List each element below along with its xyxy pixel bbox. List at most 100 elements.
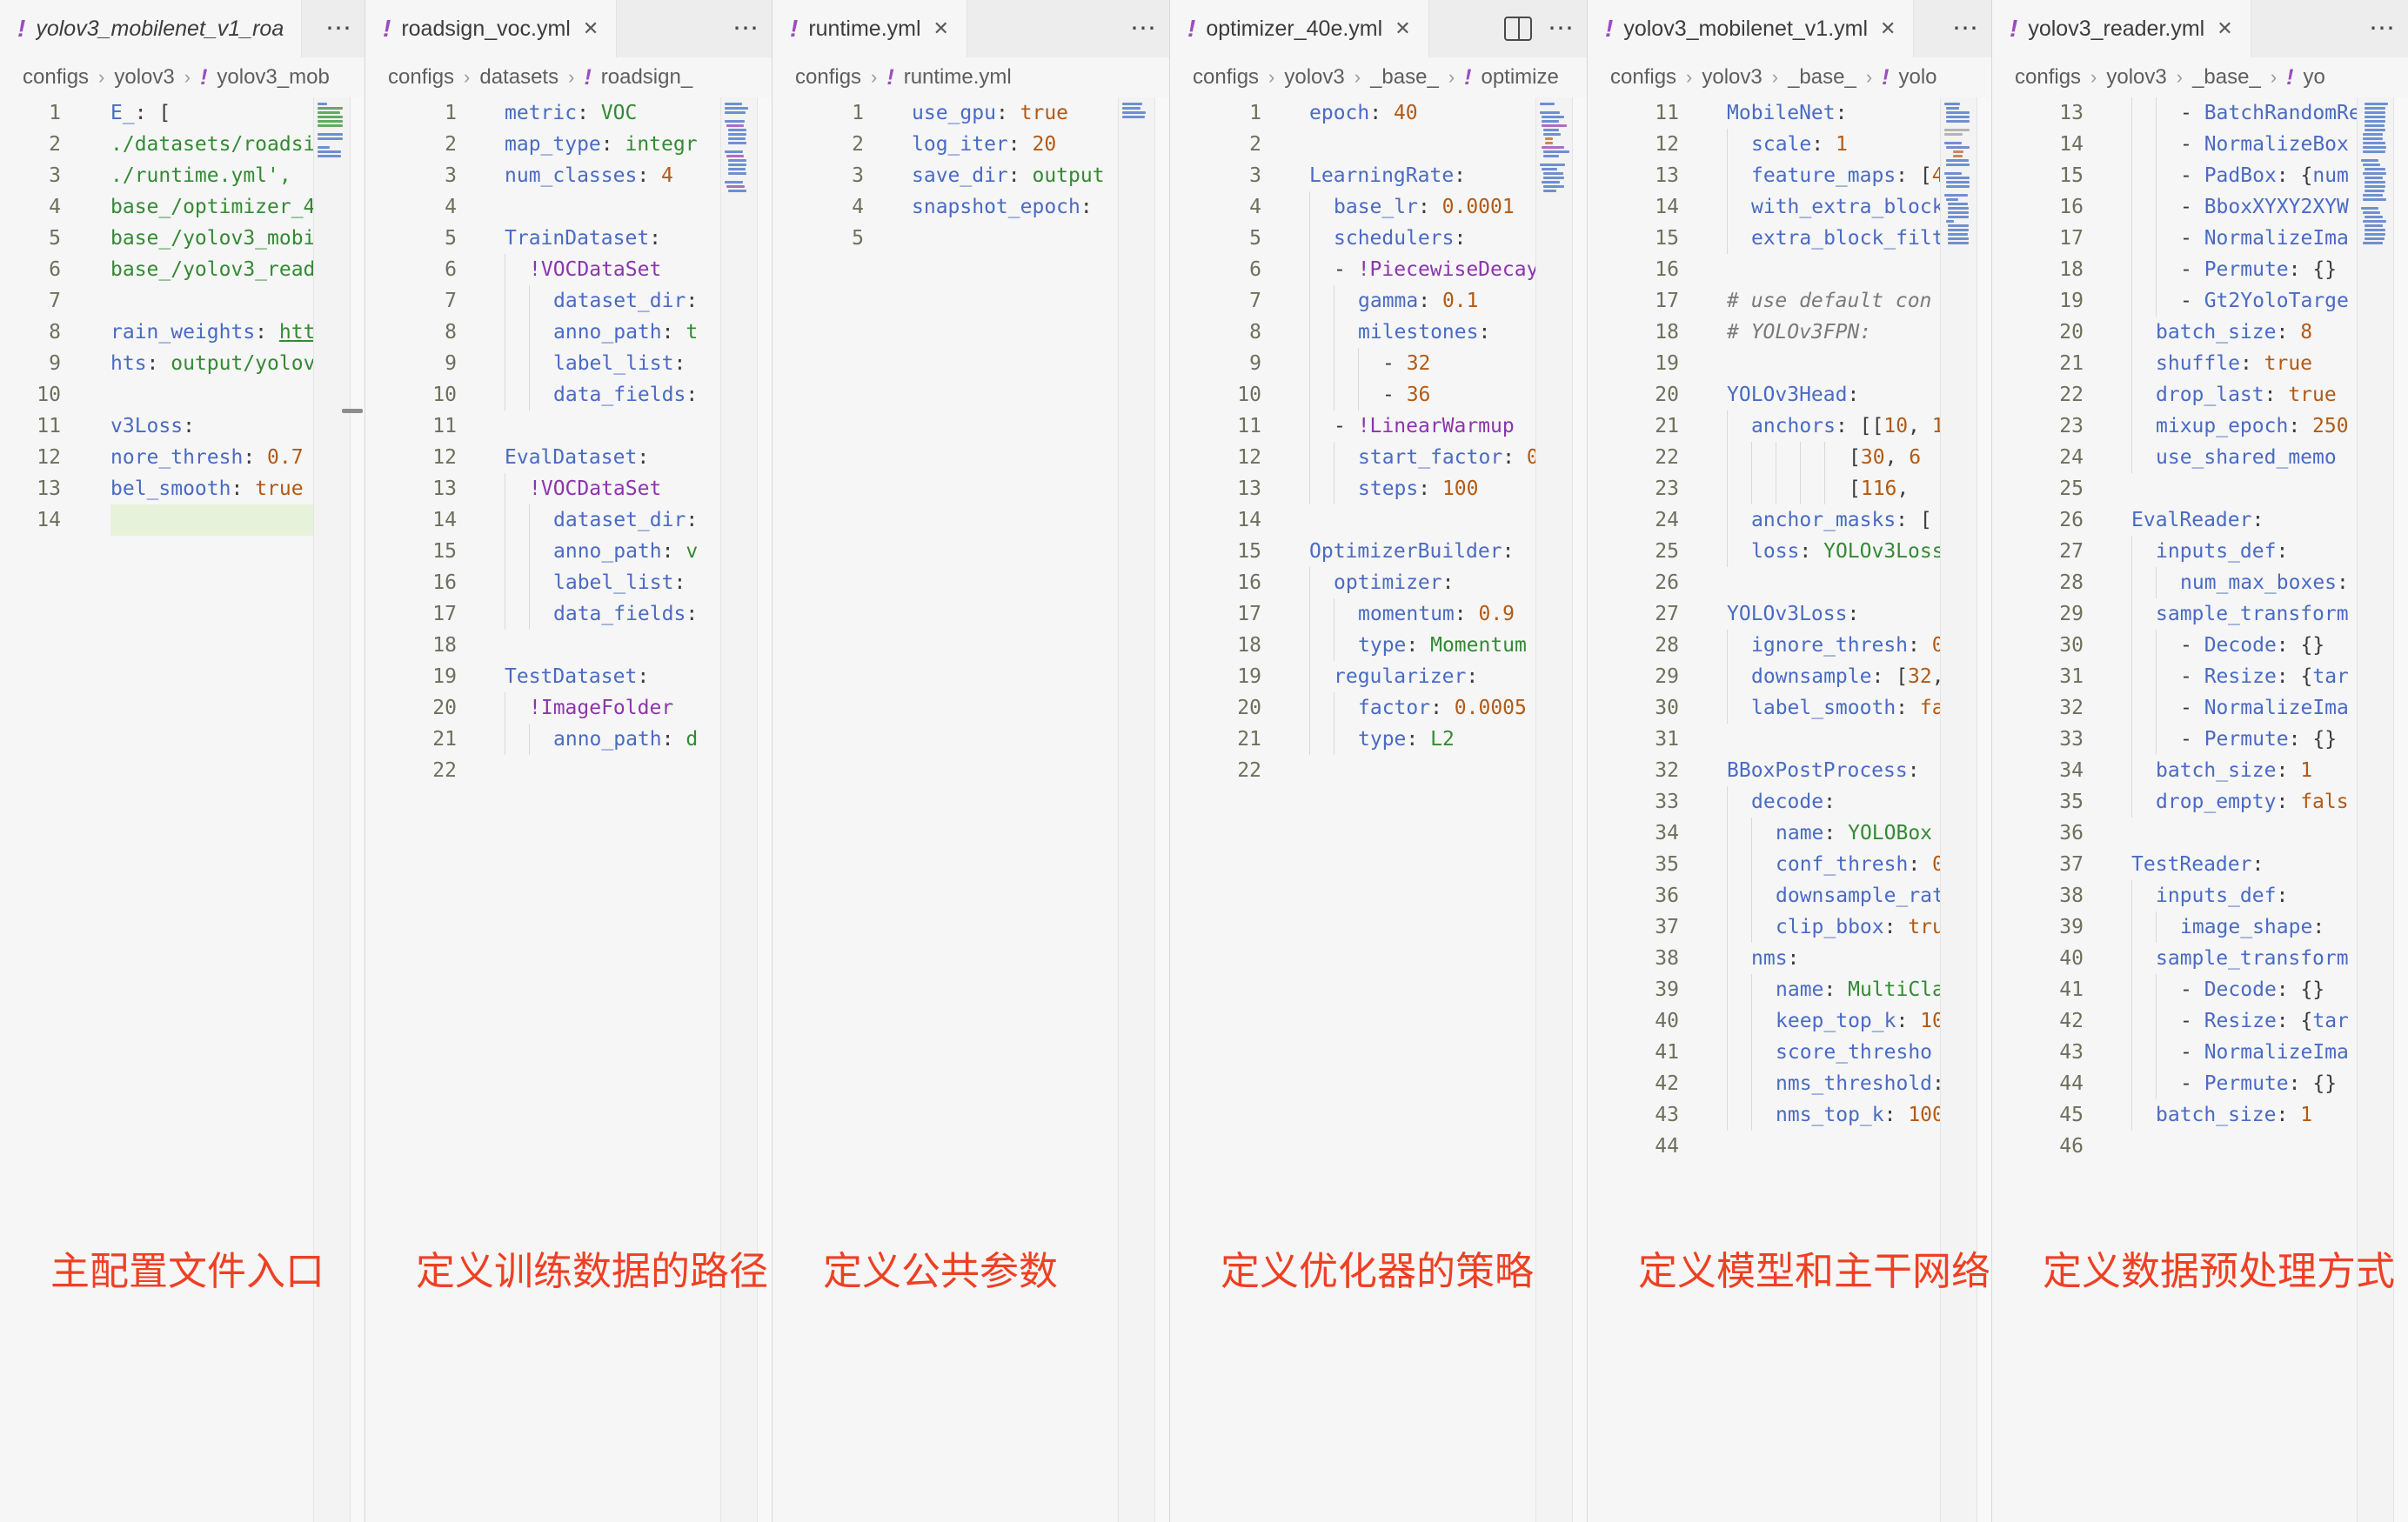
code-line[interactable]: 14- NormalizeBox [1992,129,2408,160]
code-line[interactable]: 29sample_transform [1992,598,2408,630]
code-line[interactable]: 1E_: [ [0,97,365,129]
code-line[interactable]: 5TrainDataset: [365,223,772,254]
editor[interactable]: 1E_: [2./datasets/roadsi3./runtime.yml',… [0,97,365,1522]
code-line[interactable]: 15extra_block_filt [1588,223,1991,254]
code-line[interactable]: 12start_factor: 0.33 [1170,442,1587,473]
tab[interactable]: !roadsign_voc.yml✕ [365,0,617,57]
breadcrumb-item[interactable]: _base_ [1788,65,1856,90]
code-line[interactable]: 19regularizer: [1170,661,1587,692]
code-line[interactable]: 9label_list: [365,348,772,379]
code-line[interactable]: 20batch_size: 8 [1992,317,2408,348]
code-line[interactable]: 5base_/yolov3_mobi [0,223,365,254]
code-line[interactable]: 44- Permute: {} [1992,1068,2408,1099]
code-line[interactable]: 37TestReader: [1992,849,2408,880]
code-line[interactable]: 2 [1170,129,1587,160]
code-line[interactable]: 10- 36 [1170,379,1587,411]
code-line[interactable]: 41score_thresho [1588,1037,1991,1068]
breadcrumb-item[interactable]: configs [23,65,89,90]
code-line[interactable]: 17data_fields: [365,598,772,630]
code-line[interactable]: 7gamma: 0.1 [1170,285,1587,317]
code-line[interactable]: 42- Resize: {tar [1992,1005,2408,1037]
tab[interactable]: !yolov3_mobilenet_v1.yml✕ [1588,0,1914,57]
code-line[interactable]: 14 [0,504,365,536]
code-line[interactable]: 2log_iter: 20 [773,129,1169,160]
code-line[interactable]: 30- Decode: {} [1992,630,2408,661]
split-editor-icon[interactable] [1504,17,1532,41]
code-line[interactable]: 3save_dir: output [773,160,1169,191]
editor[interactable]: 1epoch: 4023LearningRate:4base_lr: 0.000… [1170,97,1587,1522]
code-line[interactable]: 11- !LinearWarmup [1170,411,1587,442]
code-line[interactable]: 38nms: [1588,943,1991,974]
code-line[interactable]: 14with_extra_block [1588,191,1991,223]
code-line[interactable]: 18 [365,630,772,661]
code-line[interactable]: 33- Permute: {} [1992,724,2408,755]
more-actions-icon[interactable]: ⋯ [1952,16,1979,42]
tab[interactable]: !yolov3_mobilenet_v1_roa [0,0,302,57]
code-line[interactable]: 1epoch: 40 [1170,97,1587,129]
breadcrumb-item[interactable]: configs [2015,65,2081,90]
editor[interactable]: 11MobileNet:12scale: 113feature_maps: [4… [1588,97,1991,1522]
code-line[interactable]: 13feature_maps: [4 [1588,160,1991,191]
code-line[interactable]: 45batch_size: 1 [1992,1099,2408,1131]
scrollbar[interactable] [757,97,772,1522]
minimap[interactable] [1118,97,1169,1522]
code-line[interactable]: 16 [1588,254,1991,285]
code-line[interactable]: 44 [1588,1131,1991,1162]
code-line[interactable]: 27YOLOv3Loss: [1588,598,1991,630]
close-icon[interactable]: ✕ [583,17,599,40]
code-line[interactable]: 21type: L2 [1170,724,1587,755]
code-line[interactable]: 36downsample_rat [1588,880,1991,911]
code-line[interactable]: 20factor: 0.0005 [1170,692,1587,724]
code-line[interactable]: 25loss: YOLOv3Loss [1588,536,1991,567]
breadcrumb-item-file[interactable]: yolov3_mob [217,65,329,90]
code-line[interactable]: 15OptimizerBuilder: [1170,536,1587,567]
code-line[interactable]: 12EvalDataset: [365,442,772,473]
code-line[interactable]: 6- !PiecewiseDecay [1170,254,1587,285]
code-line[interactable]: 19TestDataset: [365,661,772,692]
code-line[interactable]: 22[30, 6 [1588,442,1991,473]
code-line[interactable]: 19 [1588,348,1991,379]
code-line[interactable]: 13bel_smooth: true [0,473,365,504]
code-line[interactable]: 46 [1992,1131,2408,1162]
code-line[interactable]: 11v3Loss: [0,411,365,442]
code-line[interactable]: 40keep_top_k: 10 [1588,1005,1991,1037]
code-line[interactable]: 13steps: 100 [1170,473,1587,504]
code-line[interactable]: 35drop_empty: fals [1992,786,2408,818]
minimap[interactable] [1940,97,1991,1522]
breadcrumb-item[interactable]: configs [1193,65,1259,90]
code-line[interactable]: 4 [365,191,772,223]
code-line[interactable]: 12nore_thresh: 0.7 [0,442,365,473]
scrollbar[interactable] [1154,97,1169,1522]
code-line[interactable]: 8anno_path: t [365,317,772,348]
scrollbar[interactable] [1977,97,1991,1522]
code-line[interactable]: 35conf_thresh: 0 [1588,849,1991,880]
code-line[interactable]: 16label_list: [365,567,772,598]
code-line[interactable]: 1use_gpu: true [773,97,1169,129]
code-line[interactable]: 34batch_size: 1 [1992,755,2408,786]
code-line[interactable]: 28ignore_thresh: 0 [1588,630,1991,661]
code-line[interactable]: 13!VOCDataSet [365,473,772,504]
code-line[interactable]: 7dataset_dir: [365,285,772,317]
breadcrumb-item[interactable]: configs [795,65,861,90]
code-line[interactable]: 36 [1992,818,2408,849]
code-line[interactable]: 31- Resize: {tar [1992,661,2408,692]
code-line[interactable]: 11 [365,411,772,442]
code-line[interactable]: 30label_smooth: fa [1588,692,1991,724]
code-line[interactable]: 22 [365,755,772,786]
code-line[interactable]: 19- Gt2YoloTarge [1992,285,2408,317]
scrollbar[interactable] [1572,97,1587,1522]
close-icon[interactable]: ✕ [1395,17,1410,40]
code-line[interactable]: 22drop_last: true [1992,379,2408,411]
code-line[interactable]: 14dataset_dir: [365,504,772,536]
code-line[interactable]: 17# use default con [1588,285,1991,317]
sash-handle[interactable] [342,409,363,413]
code-line[interactable]: 16optimizer: [1170,567,1587,598]
code-line[interactable]: 21shuffle: true [1992,348,2408,379]
tab[interactable]: !runtime.yml✕ [773,0,967,57]
breadcrumb-item[interactable]: datasets [479,65,559,90]
code-line[interactable]: 29downsample: [32, [1588,661,1991,692]
code-line[interactable]: 11MobileNet: [1588,97,1991,129]
code-line[interactable]: 21anno_path: d [365,724,772,755]
code-line[interactable]: 13- BatchRandomRes [1992,97,2408,129]
code-line[interactable]: 18- Permute: {} [1992,254,2408,285]
